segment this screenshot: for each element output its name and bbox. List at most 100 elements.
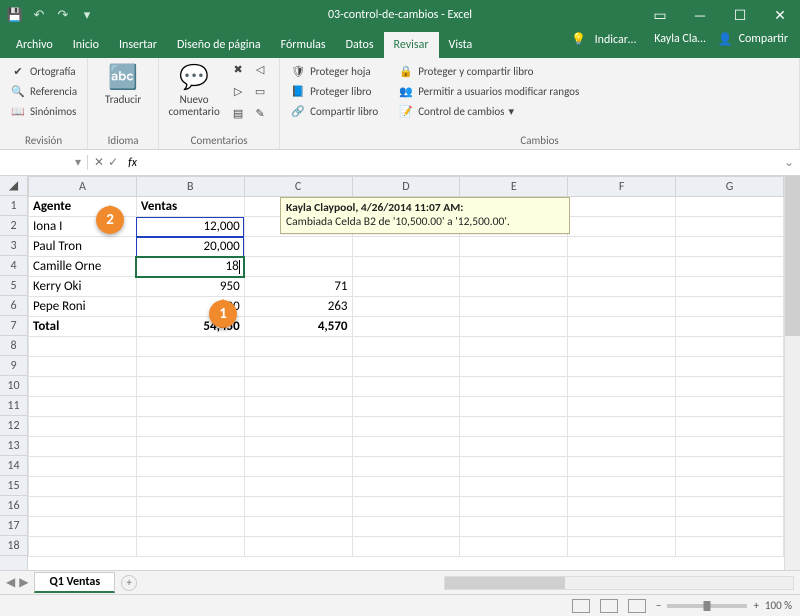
window-title: 03-control-de-cambios - Excel xyxy=(328,8,472,22)
btn-thesaurus[interactable]: 📖Sinónimos xyxy=(8,102,79,120)
tab-formulas[interactable]: Fórmulas xyxy=(271,32,336,58)
tab-inicio[interactable]: Inicio xyxy=(63,32,109,58)
table-row: Total 54,450 4,570 xyxy=(29,317,784,337)
table-row: Kerry Oki 950 71 xyxy=(29,277,784,297)
view-pagebreak-icon[interactable] xyxy=(628,599,646,613)
group-cambios: 🛡Proteger hoja 📘Proteger libro 🔗Comparti… xyxy=(280,58,800,149)
zoom-level[interactable]: 100 % xyxy=(765,599,792,612)
group-label: Cambios xyxy=(288,132,791,147)
btn-track-changes[interactable]: 📝Control de cambios ▾ xyxy=(396,102,581,120)
maximize-icon[interactable]: ☐ xyxy=(720,0,760,30)
fx-expand-icon[interactable]: ⌄ xyxy=(778,155,800,170)
group-idioma: 🔤 Traducir Idioma xyxy=(88,58,159,149)
table-row: Camille Orne 18 xyxy=(29,257,784,277)
cell[interactable]: 20,000 xyxy=(136,237,244,257)
cell[interactable]: 263 xyxy=(244,297,352,317)
ribbon-collapse-icon[interactable]: ▭ xyxy=(640,0,680,30)
callout-marker-2: 2 xyxy=(96,206,124,234)
redo-icon[interactable]: ↷ xyxy=(52,4,74,26)
reference-icon: 🔍 xyxy=(10,83,26,99)
sheet-nav-next-icon[interactable]: ▶ xyxy=(19,575,28,590)
cell[interactable]: 4,570 xyxy=(244,317,352,337)
cell-b2-tracked[interactable]: 12,000 xyxy=(136,217,244,237)
protect-book-icon: 📘 xyxy=(290,83,306,99)
close-icon[interactable]: ✕ xyxy=(760,0,800,30)
tab-revisar[interactable]: Revisar xyxy=(384,32,439,58)
btn-protect-book[interactable]: 📘Proteger libro xyxy=(288,82,380,100)
cell[interactable]: Camille Orne xyxy=(29,257,137,277)
text-cursor xyxy=(239,260,240,274)
btn-protect-sheet[interactable]: 🛡Proteger hoja xyxy=(288,62,380,80)
undo-icon[interactable]: ↶ xyxy=(28,4,50,26)
btn-allow-ranges[interactable]: 👥Permitir a usuarios modificar rangos xyxy=(396,82,581,100)
group-comentarios: 💬 Nuevo comentario ✖◁ ▷▭ ▤✎ Comentarios xyxy=(159,58,280,149)
row-headers[interactable]: ◢ 1234567 891011121314 15161718 xyxy=(0,176,28,570)
table-row: Pepe Roni 500 263 xyxy=(29,297,784,317)
select-all-corner[interactable]: ◢ xyxy=(0,176,27,196)
tab-datos[interactable]: Datos xyxy=(336,32,384,58)
tab-vista[interactable]: Vista xyxy=(439,32,483,58)
btn-translate[interactable]: 🔤 Traducir xyxy=(96,62,150,106)
fx-cancel-icon[interactable]: ✕ xyxy=(94,155,104,170)
group-label: Comentarios xyxy=(167,132,271,147)
worksheet-grid[interactable]: ◢ 1234567 891011121314 15161718 ABC DEFG… xyxy=(0,176,800,570)
horizontal-scrollbar[interactable] xyxy=(444,576,794,590)
fx-icon[interactable]: fx xyxy=(124,156,141,170)
title-bar: 💾 ↶ ↷ ▾ 03-control-de-cambios - Excel ▭ … xyxy=(0,0,800,30)
tab-archivo[interactable]: Archivo xyxy=(6,32,63,58)
thesaurus-icon: 📖 xyxy=(10,103,26,119)
ribbon-tabs: Archivo Inicio Insertar Diseño de página… xyxy=(0,30,800,58)
tooltip-author: Kayla Claypool, 4/26/2014 11:07 AM: xyxy=(286,201,463,215)
group-label: Idioma xyxy=(96,132,150,147)
tab-insertar[interactable]: Insertar xyxy=(109,32,167,58)
new-sheet-icon[interactable]: + xyxy=(121,575,137,591)
btn-protect-share[interactable]: 🔒Proteger y compartir libro xyxy=(396,62,581,80)
prev-comment-icon[interactable]: ◁ xyxy=(250,63,270,83)
change-tooltip: Kayla Claypool, 4/26/2014 11:07 AM: Camb… xyxy=(280,197,570,234)
quicksave-icon[interactable]: 💾 xyxy=(4,4,26,26)
group-revision: ✔Ortografía 🔍Referencia 📖Sinónimos Revis… xyxy=(0,58,88,149)
next-comment-icon[interactable]: ▷ xyxy=(228,85,248,105)
table-row: Paul Tron 20,000 xyxy=(29,237,784,257)
namebox-dropdown-icon[interactable]: ▾ xyxy=(75,155,81,170)
tooltip-body: Cambiada Celda B2 de '10,500.00' a '12,5… xyxy=(286,215,510,229)
sheet-tab-active[interactable]: Q1 Ventas xyxy=(34,572,115,593)
track-changes-icon: 📝 xyxy=(398,103,414,119)
btn-spellcheck[interactable]: ✔Ortografía xyxy=(8,62,79,80)
zoom-out-icon[interactable]: − xyxy=(656,599,661,612)
zoom-in-icon[interactable]: + xyxy=(753,599,758,612)
btn-share-book[interactable]: 🔗Compartir libro xyxy=(288,102,380,120)
translate-icon: 🔤 xyxy=(107,62,139,94)
new-comment-icon: 💬 xyxy=(178,62,210,94)
tab-pagelayout[interactable]: Diseño de página xyxy=(167,32,271,58)
view-pagelayout-icon[interactable] xyxy=(600,599,618,613)
cell[interactable]: 71 xyxy=(244,277,352,297)
delete-comment-icon[interactable]: ✖ xyxy=(228,63,248,83)
cell[interactable]: Ventas xyxy=(136,197,244,217)
sheet-nav-prev-icon[interactable]: ◀ xyxy=(6,575,15,590)
btn-new-comment[interactable]: 💬 Nuevo comentario xyxy=(167,62,221,118)
vertical-scrollbar[interactable] xyxy=(784,176,800,570)
minimize-icon[interactable]: — xyxy=(680,0,720,30)
share-book-icon: 🔗 xyxy=(290,103,306,119)
cell[interactable]: Total xyxy=(29,317,137,337)
cell[interactable]: Kerry Oki xyxy=(29,277,137,297)
sheet-tab-bar: ◀ ▶ Q1 Ventas + xyxy=(0,570,800,594)
ink-icon[interactable]: ✎ xyxy=(250,107,270,127)
fx-enter-icon[interactable]: ✓ xyxy=(108,155,118,170)
show-comment-icon[interactable]: ▭ xyxy=(250,85,270,105)
name-box[interactable]: ▾ xyxy=(0,155,88,170)
protect-share-icon: 🔒 xyxy=(398,63,414,79)
cell[interactable]: Paul Tron xyxy=(29,237,137,257)
btn-reference[interactable]: 🔍Referencia xyxy=(8,82,79,100)
show-all-icon[interactable]: ▤ xyxy=(228,107,248,127)
cell[interactable]: Pepe Roni xyxy=(29,297,137,317)
qat-more-icon[interactable]: ▾ xyxy=(76,4,98,26)
active-cell-b4[interactable]: 18 xyxy=(136,257,244,277)
column-headers[interactable]: ABC DEFG xyxy=(29,177,784,197)
view-normal-icon[interactable] xyxy=(572,599,590,613)
spellcheck-icon: ✔ xyxy=(10,63,26,79)
status-bar: − + 100 % xyxy=(0,594,800,616)
zoom-slider[interactable] xyxy=(667,604,747,608)
group-label: Revisión xyxy=(8,132,79,147)
